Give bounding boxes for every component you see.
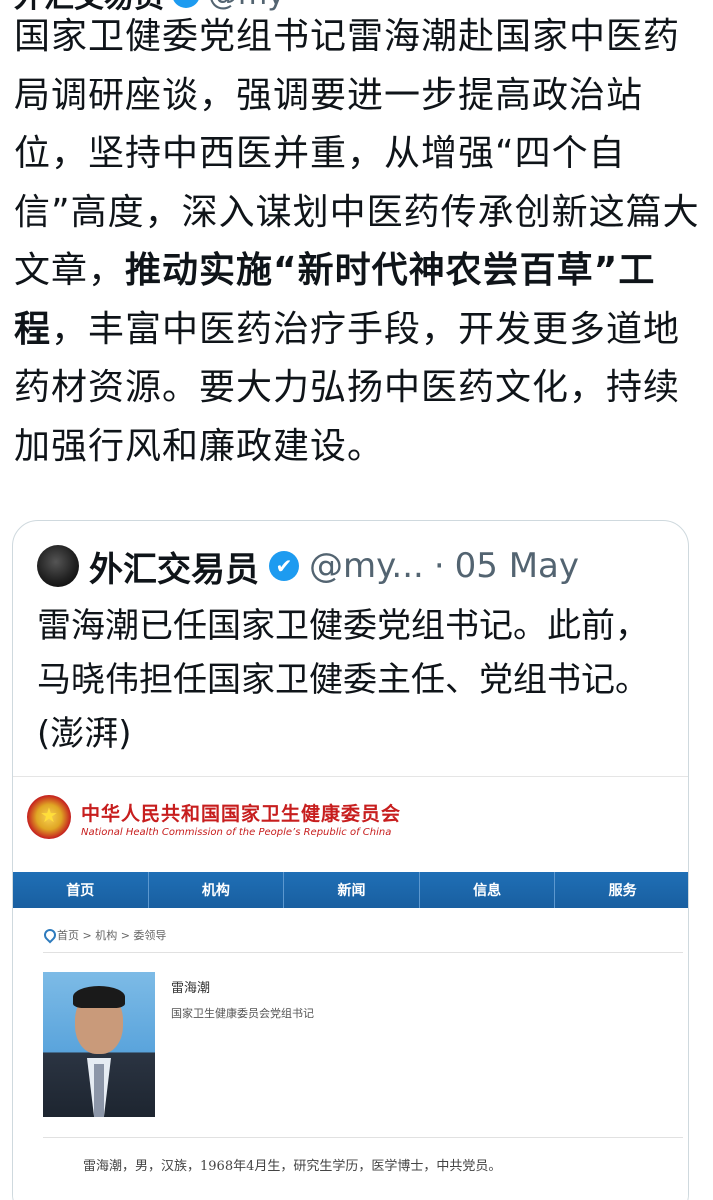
quoted-author-handle[interactable]: @my... [309,546,424,586]
tweet-text: 国家卫健委党组书记雷海潮赴国家中医药局调研座谈，强调要进一步提高政治站位，坚持中… [14,8,704,476]
person-bio: 雷海潮，男，汉族，1968年4月生，研究生学历，医学博士，中共党员。 [83,1159,502,1174]
nav-item-info: 信息 [420,872,556,908]
site-nav-bar: 首页 机构 新闻 信息 服务 [13,872,688,908]
portrait-hair [73,986,125,1008]
verified-badge-icon: ✔ [269,551,299,581]
quoted-tweet-date[interactable]: 05 May [455,546,579,586]
nav-item-institutions: 机构 [149,872,285,908]
tweet-text-part2: ，丰富中医药治疗手段，开发更多道地药材资源。要大力弘扬中医药文化，持续加强行风和… [14,308,681,467]
portrait-tie [94,1064,104,1117]
header-separator: · [433,546,445,586]
breadcrumb-text: 首页 > 机构 > 委领导 [57,929,167,942]
nav-item-news: 新闻 [284,872,420,908]
verified-badge-icon [172,0,200,8]
quoted-tweet-text: 雷海潮已任国家卫健委党组书记。此前，马晓伟担任国家卫健委主任、党组书记。(澎湃) [37,606,649,754]
site-title: 中华人民共和国国家卫生健康委员会 [81,803,402,825]
portrait-photo [43,972,155,1117]
national-emblem-icon [27,795,71,839]
site-subtitle: National Health Commission of the People… [81,827,392,838]
person-name: 雷海潮 [171,981,211,996]
quoted-media-screenshot[interactable]: 中华人民共和国国家卫生健康委员会 National Health Commiss… [13,776,688,1200]
divider [43,952,683,953]
quoted-author-name[interactable]: 外汇交易员 [89,542,259,591]
quoted-tweet-card[interactable]: 外汇交易员 ✔ @my... · 05 May 雷海潮已任国家卫健委党组书记。此… [12,520,689,1200]
nav-item-home: 首页 [13,872,149,908]
person-title: 国家卫生健康委员会党组书记 [171,1007,314,1020]
nav-item-services: 服务 [608,883,637,899]
quoted-tweet-header: 外汇交易员 ✔ @my... · 05 May [37,541,579,591]
divider [43,1137,683,1138]
location-pin-icon [43,929,53,941]
breadcrumb: 首页 > 机构 > 委领导 [43,927,166,943]
avatar[interactable] [37,545,79,587]
